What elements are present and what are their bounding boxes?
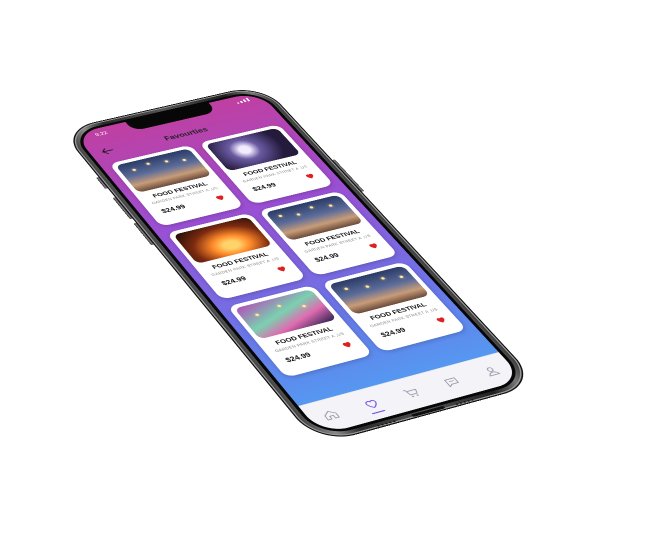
- heart-icon[interactable]: [274, 264, 290, 273]
- heart-icon[interactable]: [433, 315, 450, 325]
- active-indicator: [371, 409, 386, 415]
- heart-icon[interactable]: [339, 340, 356, 350]
- cart-icon: [400, 386, 423, 398]
- signal-icon: [235, 97, 251, 104]
- status-time: 9:22: [93, 130, 110, 138]
- nav-chat[interactable]: [431, 369, 474, 395]
- event-price: $24.99: [312, 251, 341, 264]
- heart-icon[interactable]: [365, 241, 381, 250]
- event-price: $24.99: [250, 181, 278, 193]
- heart-icon: [360, 397, 383, 412]
- nav-cart[interactable]: [391, 380, 434, 406]
- nav-favourites[interactable]: [350, 391, 393, 417]
- heart-icon[interactable]: [212, 193, 227, 202]
- profile-icon: [480, 364, 503, 378]
- home-icon: [319, 408, 342, 423]
- nav-profile[interactable]: [471, 359, 514, 385]
- event-price: $24.99: [378, 326, 408, 339]
- event-price: $24.99: [283, 351, 313, 364]
- heart-icon[interactable]: [302, 172, 317, 181]
- app-screen: 9:22 Favourties FOOD FESTIVAL GARDEN PAR…: [73, 91, 524, 435]
- chat-icon: [440, 375, 463, 389]
- event-price: $24.99: [219, 274, 249, 287]
- phone-device: 9:22 Favourties FOOD FESTIVAL GARDEN PAR…: [60, 84, 540, 445]
- event-price: $24.99: [159, 203, 188, 215]
- nav-home[interactable]: [309, 402, 352, 429]
